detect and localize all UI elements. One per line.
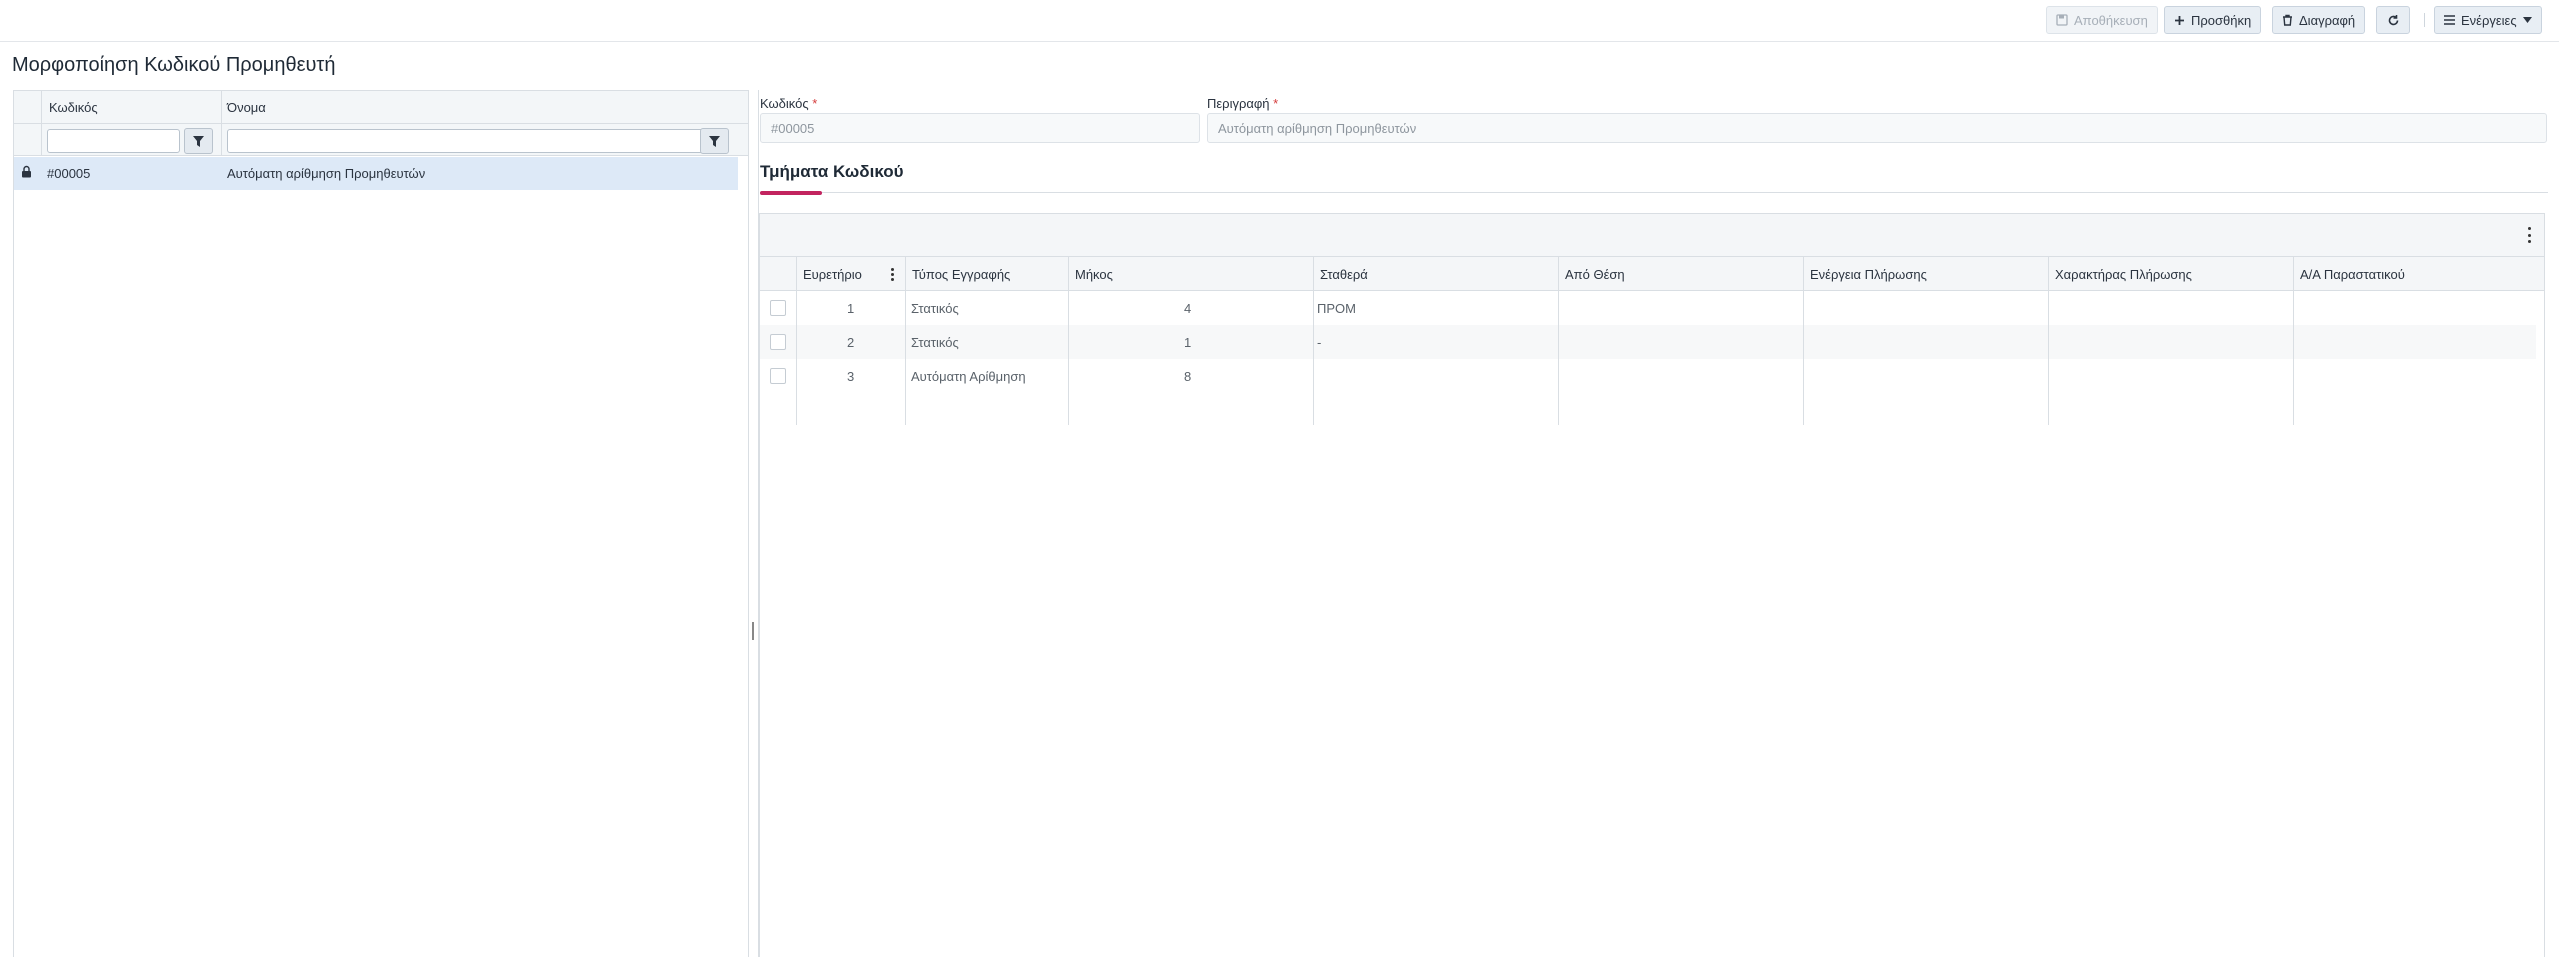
column-header-doc-number[interactable]: Α/Α Παραστατικού xyxy=(2300,267,2405,282)
cell-length: 4 xyxy=(1184,301,1192,316)
column-header-index[interactable]: Ευρετήριο xyxy=(803,267,862,282)
column-header-code[interactable]: Κωδικός xyxy=(49,100,98,115)
list-header: Κωδικός Όνομα xyxy=(14,91,748,124)
row-checkbox[interactable] xyxy=(770,334,786,350)
lock-icon xyxy=(21,165,32,178)
cell-type: Στατικός xyxy=(911,301,959,316)
table-row[interactable]: 2 Στατικός 1 - xyxy=(760,325,2536,359)
cell-type: Στατικός xyxy=(911,335,959,350)
required-mark: * xyxy=(1273,96,1279,111)
column-header-fill-action[interactable]: Ενέργεια Πλήρωσης xyxy=(1810,267,1927,282)
filter-icon xyxy=(193,135,204,147)
description-label-text: Περιγραφή xyxy=(1207,96,1270,111)
column-divider xyxy=(1313,257,1314,425)
actions-menu-button[interactable]: Ενέργειες xyxy=(2434,6,2542,34)
table-row[interactable]: 1 Στατικός 4 ΠΡΟΜ xyxy=(760,291,2536,325)
column-divider xyxy=(1558,257,1559,425)
grid-options-icon[interactable] xyxy=(2524,227,2534,243)
code-field[interactable]: #00005 xyxy=(760,113,1200,143)
section-divider xyxy=(760,192,2548,193)
column-header-name[interactable]: Όνομα xyxy=(227,100,266,115)
column-divider xyxy=(905,257,906,425)
cell-type: Αυτόματη Αρίθμηση xyxy=(911,369,1026,384)
cell-constant: ΠΡΟΜ xyxy=(1317,301,1356,316)
cell-length: 1 xyxy=(1184,335,1192,350)
column-header-type[interactable]: Τύπος Εγγραφής xyxy=(912,267,1010,282)
row-name: Αυτόματη αρίθμηση Προμηθευτών xyxy=(227,166,426,181)
column-menu-icon[interactable] xyxy=(887,268,897,281)
supplier-code-format-list: Κωδικός Όνομα #00005 Αυτόματη αρίθμηση Π… xyxy=(13,90,749,957)
row-checkbox[interactable] xyxy=(770,368,786,384)
plus-icon xyxy=(2174,15,2185,26)
top-toolbar: Αποθήκευση Προσθήκη Διαγραφή Ενέργειες xyxy=(0,0,2559,42)
add-button-label: Προσθήκη xyxy=(2191,12,2252,28)
active-tab-indicator xyxy=(760,191,822,195)
actions-menu-label: Ενέργειες xyxy=(2461,12,2517,28)
filter-row xyxy=(14,124,748,156)
panel-splitter[interactable] xyxy=(752,622,754,640)
save-button[interactable]: Αποθήκευση xyxy=(2046,6,2158,34)
delete-button[interactable]: Διαγραφή xyxy=(2272,6,2366,34)
code-filter-input[interactable] xyxy=(47,129,180,153)
grid-toolbar xyxy=(760,214,2544,257)
hamburger-icon xyxy=(2444,15,2455,25)
add-button[interactable]: Προσθήκη xyxy=(2164,6,2262,34)
cell-index: 2 xyxy=(847,335,855,350)
page-title: Μορφοποίηση Κωδικού Προμηθευτή xyxy=(12,54,336,76)
column-divider xyxy=(41,91,42,156)
column-header-fill-character[interactable]: Χαρακτήρας Πλήρωσης xyxy=(2055,267,2192,282)
cell-length: 8 xyxy=(1184,369,1192,384)
name-filter-button[interactable] xyxy=(700,128,729,154)
refresh-button[interactable] xyxy=(2376,6,2410,34)
name-filter-input[interactable] xyxy=(227,129,710,153)
column-divider xyxy=(2048,257,2049,425)
code-filter-button[interactable] xyxy=(184,128,213,154)
table-row[interactable]: #00005 Αυτόματη αρίθμηση Προμηθευτών xyxy=(14,157,738,190)
trash-icon xyxy=(2282,14,2293,26)
cell-index: 3 xyxy=(847,369,855,384)
section-title[interactable]: Τμήματα Κωδικού xyxy=(760,162,904,182)
description-field[interactable]: Αυτόματη αρίθμηση Προμηθευτών xyxy=(1207,113,2547,143)
caret-down-icon xyxy=(2522,17,2532,23)
column-divider xyxy=(796,257,797,425)
table-row[interactable]: 3 Αυτόματη Αρίθμηση 8 xyxy=(760,359,2536,393)
code-field-label: Κωδικός * xyxy=(760,96,817,111)
grid-header: Ευρετήριο Τύπος Εγγραφής Μήκος Σταθερά Α… xyxy=(760,257,2544,291)
toolbar-divider xyxy=(2424,13,2425,27)
delete-button-label: Διαγραφή xyxy=(2299,12,2356,28)
required-mark: * xyxy=(812,96,818,111)
code-parts-grid: Ευρετήριο Τύπος Εγγραφής Μήκος Σταθερά Α… xyxy=(759,213,2545,957)
row-code: #00005 xyxy=(47,166,91,181)
description-field-label: Περιγραφή * xyxy=(1207,96,1278,111)
column-divider xyxy=(2293,257,2294,425)
column-header-constant[interactable]: Σταθερά xyxy=(1320,267,1368,282)
save-icon xyxy=(2056,14,2068,26)
row-checkbox[interactable] xyxy=(770,300,786,316)
column-divider xyxy=(1068,257,1069,425)
save-button-label: Αποθήκευση xyxy=(2074,12,2148,28)
refresh-icon xyxy=(2387,14,2400,27)
column-header-length[interactable]: Μήκος xyxy=(1075,267,1113,282)
cell-index: 1 xyxy=(847,301,855,316)
column-divider xyxy=(1803,257,1804,425)
filter-icon xyxy=(709,135,720,147)
code-label-text: Κωδικός xyxy=(760,96,809,111)
column-header-from-position[interactable]: Από Θέση xyxy=(1565,267,1625,282)
column-divider xyxy=(221,91,222,156)
cell-constant: - xyxy=(1317,335,1322,350)
